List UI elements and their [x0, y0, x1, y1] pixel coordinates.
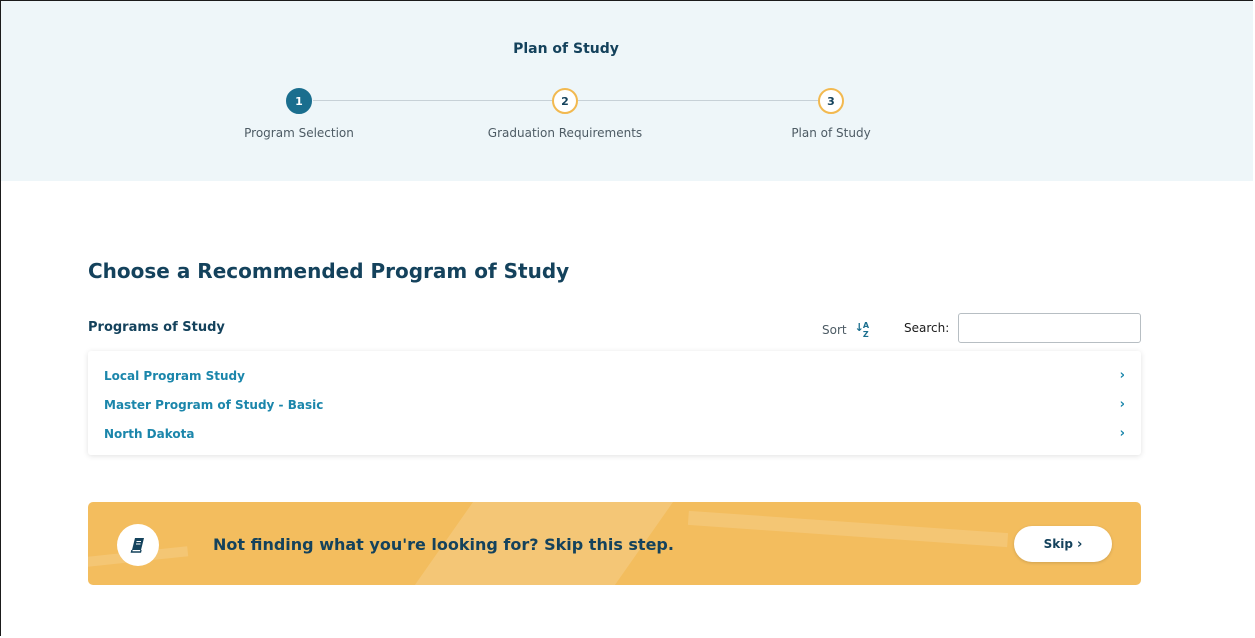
- banner-decoration: [687, 510, 1009, 548]
- step-1-indicator[interactable]: 1: [286, 88, 312, 114]
- programs-list: Local Program Study › Master Program of …: [88, 351, 1141, 455]
- step-connector-1: [313, 100, 552, 101]
- step-1-label: Program Selection: [244, 126, 354, 140]
- page-title: Choose a Recommended Program of Study: [88, 259, 570, 283]
- search-label: Search:: [904, 321, 950, 335]
- skip-prompt-text: Not finding what you're looking for? Ski…: [213, 535, 674, 554]
- program-name: North Dakota: [104, 426, 195, 441]
- step-3-indicator[interactable]: 3: [818, 88, 844, 114]
- step-connector-2: [578, 100, 818, 101]
- stepper-title: Plan of Study: [513, 41, 619, 57]
- program-name: Local Program Study: [104, 368, 245, 383]
- search-input[interactable]: [958, 313, 1141, 343]
- program-name: Master Program of Study - Basic: [104, 397, 324, 412]
- chevron-right-icon: ›: [1076, 536, 1083, 552]
- step-2-indicator[interactable]: 2: [552, 88, 578, 114]
- step-2-number: 2: [561, 94, 569, 108]
- list-item[interactable]: North Dakota ›: [88, 419, 1141, 448]
- skip-banner: Not finding what you're looking for? Ski…: [88, 502, 1141, 585]
- sort-alpha-icon: ↓A Z: [854, 321, 869, 339]
- step-3-number: 3: [827, 94, 835, 108]
- step-2-label: Graduation Requirements: [487, 126, 643, 140]
- programs-heading: Programs of Study: [88, 320, 225, 335]
- list-item[interactable]: Master Program of Study - Basic ›: [88, 390, 1141, 419]
- book-icon: [117, 524, 159, 566]
- list-item[interactable]: Local Program Study ›: [88, 361, 1141, 390]
- sort-label: Sort: [822, 323, 847, 337]
- page-frame: Plan of Study 1 2 3 Program Selection Gr…: [0, 0, 1253, 636]
- chevron-right-icon: ›: [1119, 368, 1125, 383]
- chevron-right-icon: ›: [1119, 426, 1125, 441]
- stepper-header: Plan of Study 1 2 3 Program Selection Gr…: [1, 1, 1253, 181]
- step-3-label: Plan of Study: [791, 126, 871, 140]
- step-1-number: 1: [295, 94, 303, 108]
- skip-button[interactable]: Skip ›: [1014, 526, 1112, 562]
- sort-button[interactable]: Sort ↓A Z: [822, 321, 869, 339]
- skip-button-label: Skip: [1043, 537, 1073, 551]
- chevron-right-icon: ›: [1119, 397, 1125, 412]
